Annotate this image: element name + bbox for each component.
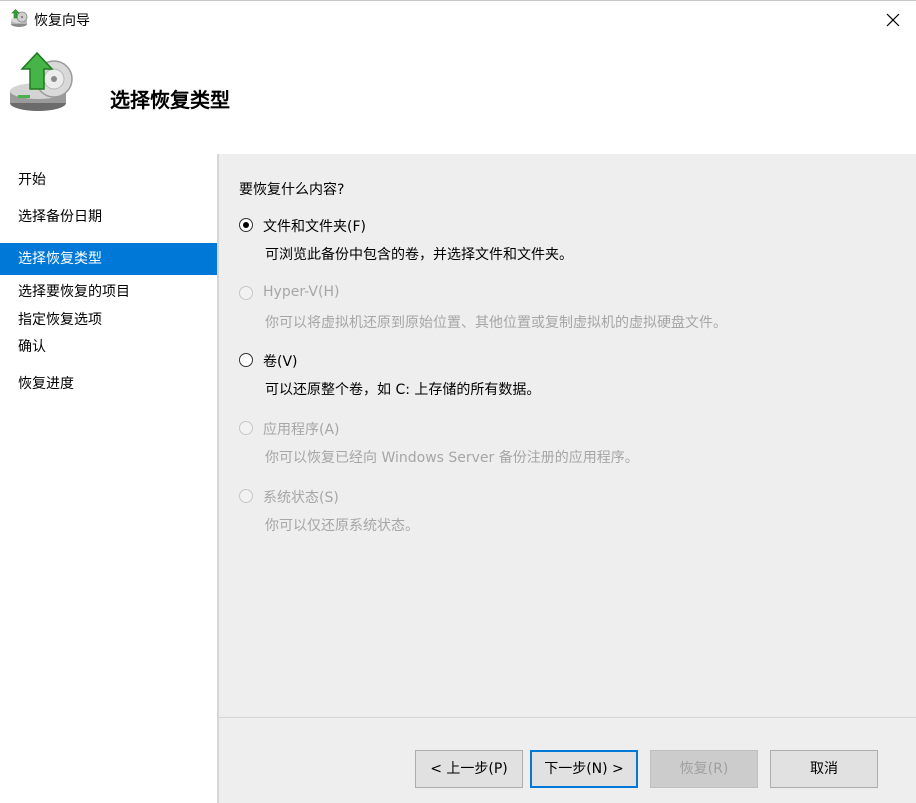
radio-system-state bbox=[239, 489, 253, 503]
nav-step-select-backup-date[interactable]: 选择备份日期 bbox=[0, 201, 217, 233]
recovery-wizard-window: 恢复向导 选择恢复类型 开始 选择备份日期 选择恢复类型 选择要恢复的项目 指定… bbox=[0, 0, 916, 803]
option-description: 你可以将虚拟机还原到原始位置、其他位置或复制虚拟机的虚拟硬盘文件。 bbox=[265, 315, 727, 331]
option-description: 你可以仅还原系统状态。 bbox=[265, 518, 419, 534]
backup-restore-icon bbox=[10, 51, 73, 111]
cancel-button[interactable]: 取消 bbox=[770, 750, 878, 788]
option-description: 你可以恢复已经向 Windows Server 备份注册的应用程序。 bbox=[265, 450, 639, 466]
option-label: Hyper-V(H) bbox=[263, 284, 340, 300]
window-title: 恢复向导 bbox=[34, 13, 90, 29]
option-label: 应用程序(A) bbox=[263, 422, 340, 438]
page-title: 选择恢复类型 bbox=[110, 88, 230, 112]
option-label[interactable]: 卷(V) bbox=[263, 351, 298, 371]
question-label: 要恢复什么内容? bbox=[239, 182, 345, 198]
nav-step-confirm[interactable]: 确认 bbox=[0, 331, 217, 363]
previous-button[interactable]: < 上一步(P) bbox=[415, 750, 523, 788]
option-label: 系统状态(S) bbox=[263, 490, 339, 506]
content-panel: 要恢复什么内容? 文件和文件夹(F) 可浏览此备份中包含的卷，并选择文件和文件夹… bbox=[219, 154, 916, 717]
wizard-steps-nav: 开始 选择备份日期 选择恢复类型 选择要恢复的项目 指定恢复选项 确认 恢复进度 bbox=[0, 154, 217, 803]
radio-hyper-v bbox=[239, 286, 253, 300]
nav-step-start[interactable]: 开始 bbox=[0, 164, 217, 196]
radio-volume[interactable] bbox=[239, 353, 253, 367]
title-bar: 恢复向导 bbox=[0, 1, 916, 39]
option-description: 可以还原整个卷，如 C: 上存储的所有数据。 bbox=[265, 382, 541, 398]
radio-files-folders[interactable] bbox=[239, 218, 253, 232]
wizard-footer: < 上一步(P) 下一步(N) > 恢复(R) 取消 bbox=[219, 717, 916, 803]
nav-step-select-recovery-type[interactable]: 选择恢复类型 bbox=[0, 243, 217, 275]
wizard-header: 选择恢复类型 bbox=[0, 39, 916, 154]
nav-step-progress[interactable]: 恢复进度 bbox=[0, 368, 217, 400]
close-icon bbox=[886, 13, 900, 27]
recover-button: 恢复(R) bbox=[650, 750, 758, 788]
option-description: 可浏览此备份中包含的卷，并选择文件和文件夹。 bbox=[265, 247, 573, 263]
option-label[interactable]: 文件和文件夹(F) bbox=[263, 216, 366, 236]
radio-application bbox=[239, 421, 253, 435]
next-button[interactable]: 下一步(N) > bbox=[530, 750, 638, 788]
close-button[interactable] bbox=[870, 1, 916, 39]
backup-app-icon bbox=[11, 9, 28, 27]
